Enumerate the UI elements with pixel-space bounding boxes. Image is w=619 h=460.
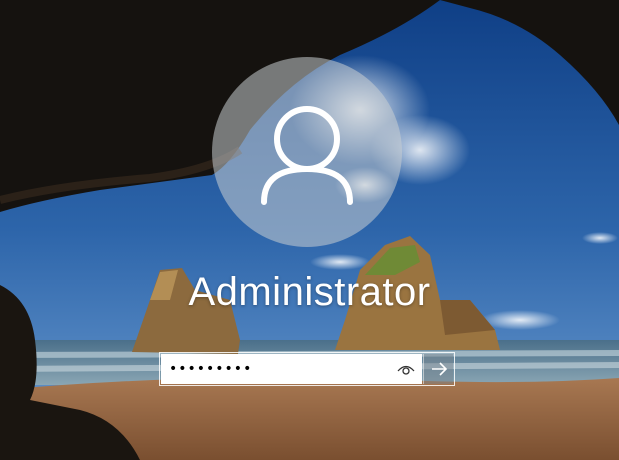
password-input[interactable]: [161, 354, 391, 384]
eye-icon[interactable]: [395, 358, 417, 380]
submit-button[interactable]: [423, 354, 453, 384]
password-box: [159, 352, 455, 386]
user-name: Administrator: [188, 270, 431, 314]
user-avatar: [212, 57, 402, 247]
arrow-right-icon: [432, 362, 448, 376]
user-silhouette-icon: [261, 106, 353, 205]
password-field-container: [161, 354, 422, 384]
